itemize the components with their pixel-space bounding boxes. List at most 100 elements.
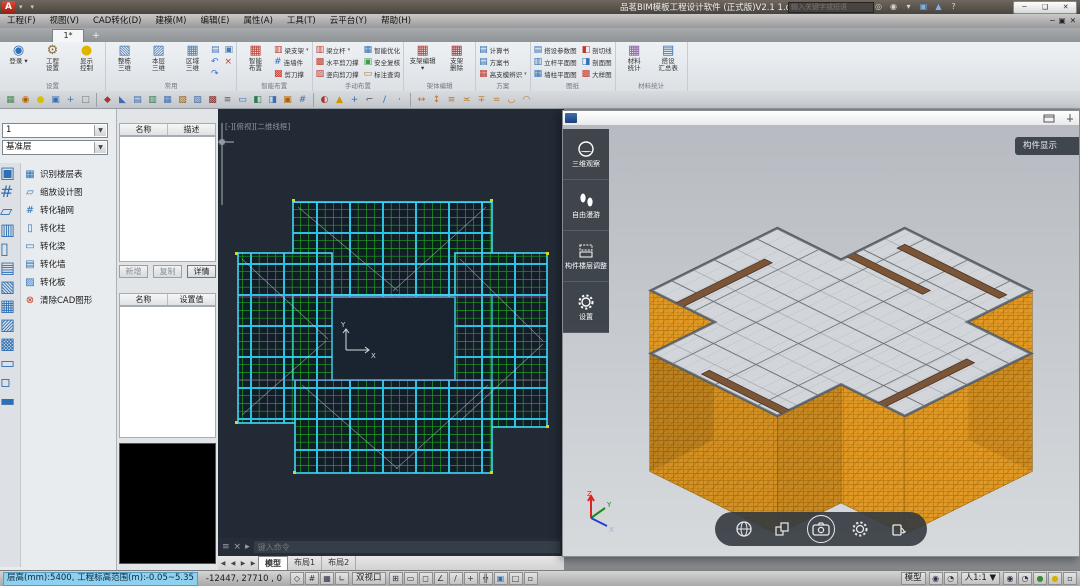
ribbon-button[interactable]: ▤搭设 汇总表: [653, 43, 684, 72]
view-3d-button[interactable]: 三维观察: [563, 129, 609, 180]
menu-item[interactable]: 云平台(Y): [323, 14, 374, 28]
connect-icon[interactable]: ▲: [932, 1, 945, 12]
ribbon-button[interactable]: ▩大样图: [582, 68, 612, 80]
document-window-button[interactable]: ▣: [1059, 14, 1066, 28]
viewer3d-titlebar[interactable]: [563, 111, 1079, 126]
strip-icon[interactable]: ▧: [0, 277, 15, 296]
status-toggle-icon[interactable]: ⊞: [389, 572, 403, 585]
toolbar-icon[interactable]: □: [78, 93, 93, 107]
tool-list-item[interactable]: ▤转化墙: [24, 255, 116, 273]
ribbon-button[interactable]: #连墙件: [274, 56, 309, 68]
toolbar-icon[interactable]: ▥: [145, 93, 160, 107]
tool-list-item[interactable]: ▦识别楼层表: [24, 165, 116, 183]
ribbon-button[interactable]: ▦材料 统计: [619, 43, 650, 72]
search-icon[interactable]: ◎: [872, 1, 885, 12]
status-toggle-icon[interactable]: ◉: [1003, 572, 1017, 585]
tool-list-item[interactable]: ▱缩放设计图: [24, 183, 116, 201]
status-toggle-icon[interactable]: □: [509, 572, 523, 585]
menu-item[interactable]: 建模(M): [148, 14, 193, 28]
toolbar-icon[interactable]: =: [489, 93, 504, 107]
strip-icon[interactable]: ▩: [0, 334, 15, 353]
ribbon-button[interactable]: ▧整栋 三维: [109, 43, 140, 72]
status-toggle-icon[interactable]: +: [464, 572, 478, 585]
status-toggle-icon[interactable]: ▫: [1063, 572, 1077, 585]
toolbar-icon[interactable]: ◨: [265, 93, 280, 107]
status-toggle-icon[interactable]: ▣: [494, 572, 508, 585]
toolbar-icon[interactable]: #: [295, 93, 310, 107]
ribbon-button[interactable]: ▤计算书: [479, 44, 527, 56]
table1-body[interactable]: [119, 136, 216, 262]
menu-item[interactable]: 工程(F): [0, 14, 43, 28]
toolbar-icon[interactable]: ▩: [205, 93, 220, 107]
ribbon-button[interactable]: ▤搭设参数图: [534, 44, 577, 56]
layout-tab[interactable]: 布局1: [288, 556, 322, 570]
layout-tab[interactable]: 模型: [258, 556, 288, 570]
strip-icon[interactable]: ▭: [0, 353, 15, 372]
toolbar-icon[interactable]: ▭: [235, 93, 250, 107]
column-header[interactable]: 设置值: [168, 294, 215, 305]
tab-nav-arrow-icon[interactable]: ◀: [218, 560, 228, 567]
app-logo-icon[interactable]: A: [2, 1, 15, 13]
toolbar-icon[interactable]: ∓: [474, 93, 489, 107]
toolbar-icon[interactable]: ◧: [250, 93, 265, 107]
ribbon-button[interactable]: ▥梁立杆▾: [316, 44, 359, 56]
toolbar-icon[interactable]: ▲: [332, 93, 347, 107]
toolbar-icon[interactable]: ↕: [429, 93, 444, 107]
pin-icon[interactable]: [1065, 113, 1075, 123]
strip-icon[interactable]: ▣: [0, 163, 15, 182]
toolbar-icon[interactable]: ◆: [100, 93, 115, 107]
ribbon-button[interactable]: ▦区域 三维: [177, 43, 208, 72]
ribbon-button[interactable]: ×: [225, 56, 234, 68]
details-button[interactable]: 详情: [187, 265, 216, 278]
screenshot-button[interactable]: [807, 515, 835, 543]
status-toggle-icon[interactable]: ▫: [524, 572, 538, 585]
close-icon[interactable]: ×: [234, 542, 242, 552]
tool-list-item[interactable]: ▨转化板: [24, 273, 116, 291]
command-input[interactable]: [254, 541, 560, 553]
rotate-export-button[interactable]: [885, 516, 911, 542]
toolbar-icon[interactable]: ▤: [130, 93, 145, 107]
status-toggle-icon[interactable]: ◉: [929, 572, 943, 585]
strip-icon[interactable]: #: [0, 182, 13, 201]
strip-icon[interactable]: ▬: [0, 391, 15, 410]
toolbar-icon[interactable]: ▣: [280, 93, 295, 107]
floor-combo[interactable]: 1 ▼: [2, 123, 108, 138]
tool-list-item[interactable]: #转化轴网: [24, 201, 116, 219]
ribbon-button[interactable]: ↷: [211, 68, 220, 80]
document-window-button[interactable]: ✕: [1070, 14, 1076, 28]
toolbar-icon[interactable]: ▨: [190, 93, 205, 107]
column-header[interactable]: 名称: [120, 294, 168, 305]
ribbon-button[interactable]: ▣安全复核: [364, 56, 401, 68]
dual-viewport-button[interactable]: 双视口: [352, 572, 386, 585]
toolbar-icon[interactable]: ◉: [18, 93, 33, 107]
settings-button[interactable]: 设置: [563, 282, 609, 333]
toolbar-icon[interactable]: ↔: [414, 93, 429, 107]
ribbon-button[interactable]: ▦高支模辨识▾: [479, 68, 527, 80]
ribbon-button[interactable]: ▥立杆平面图: [534, 56, 577, 68]
strip-icon[interactable]: ▫: [0, 372, 11, 391]
ribbon-button[interactable]: ▦智能优化: [364, 44, 401, 56]
status-toggle-icon[interactable]: ∟: [335, 572, 349, 585]
ribbon-button[interactable]: ◧剖切线: [582, 44, 612, 56]
toolbar-icon[interactable]: /: [377, 93, 392, 107]
tool-list-item[interactable]: ⊗清除CAD图形: [24, 291, 116, 309]
ribbon-button[interactable]: ▩水平剪刀撑: [316, 56, 359, 68]
close-button[interactable]: ✕: [1055, 2, 1076, 13]
preview-box[interactable]: [119, 443, 216, 564]
ribbon-button[interactable]: ▩剪刀撑: [274, 68, 309, 80]
snapshot-icon[interactable]: [1043, 113, 1055, 123]
ribbon-button[interactable]: ●显示 控制: [71, 43, 102, 72]
status-toggle-icon[interactable]: ╬: [479, 572, 493, 585]
toolbar-icon[interactable]: ▦: [3, 93, 18, 107]
layout-tab[interactable]: 布局2: [322, 556, 356, 570]
cad-canvas[interactable]: Y X [-][俯视][二维线框]: [218, 109, 564, 538]
menu-item[interactable]: 工具(T): [280, 14, 323, 28]
toolbar-icon[interactable]: +: [347, 93, 362, 107]
toolbar-icon[interactable]: ≡: [444, 93, 459, 107]
model-space-button[interactable]: 模型: [901, 572, 926, 585]
ribbon-button[interactable]: ↶: [211, 56, 220, 68]
strip-icon[interactable]: ▯: [0, 239, 9, 258]
ribbon-button[interactable]: ⚙工程 设置: [37, 43, 68, 72]
document-window-button[interactable]: ─: [1050, 14, 1055, 28]
menu-item[interactable]: 属性(A): [236, 14, 279, 28]
